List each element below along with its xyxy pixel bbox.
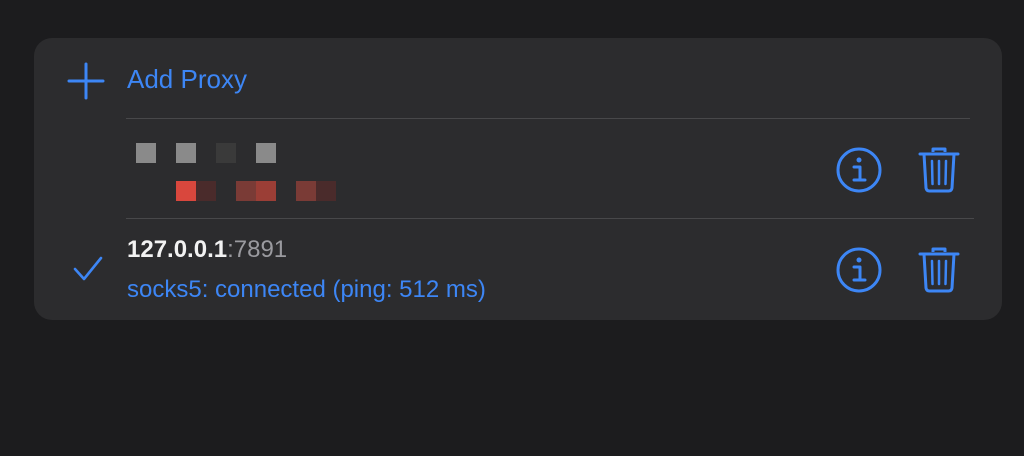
add-proxy-label: Add Proxy (127, 64, 247, 94)
proxy-list-item[interactable] (34, 119, 1002, 218)
plus-icon (67, 62, 105, 100)
proxy-list-item-selected[interactable]: 127.0.0.1:7891 socks5: connected (ping: … (34, 219, 1002, 318)
proxy-host: 127.0.0.1 (127, 236, 228, 263)
info-icon[interactable] (835, 246, 883, 294)
proxy-status: socks5: connected (ping: 512 ms) (127, 276, 486, 303)
proxy-list-card: Add Proxy 127.0.0.1:7891 socks5: connect… (34, 38, 1002, 320)
add-proxy-button[interactable]: Add Proxy (34, 38, 1002, 119)
trash-icon[interactable] (918, 146, 960, 194)
proxy-address: 127.0.0.1:7891 (127, 235, 287, 265)
trash-icon[interactable] (918, 246, 960, 294)
info-icon[interactable] (835, 146, 883, 194)
checkmark-icon (73, 256, 103, 281)
proxy-port: :7891 (227, 236, 288, 263)
